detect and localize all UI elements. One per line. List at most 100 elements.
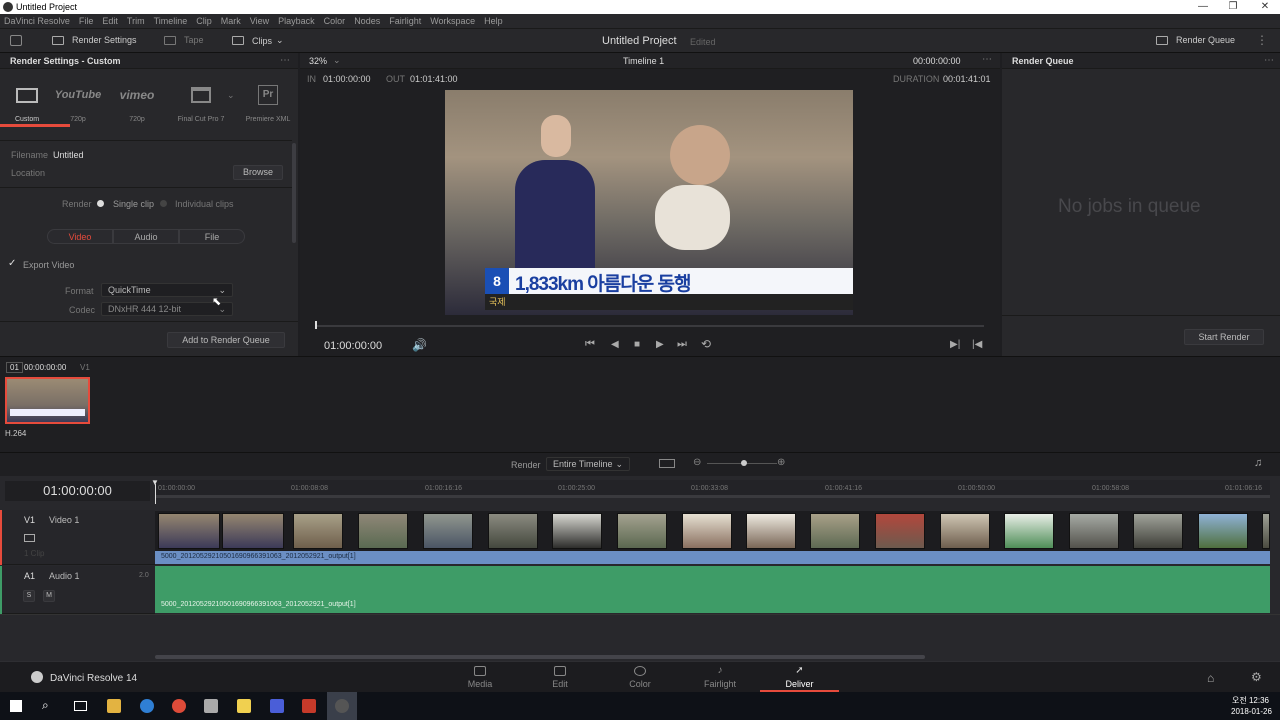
home-icon[interactable]: ⌂ (1207, 671, 1214, 685)
solo-button[interactable]: S (23, 590, 35, 602)
audio-mixer-icon[interactable]: ♫ (1254, 457, 1262, 469)
video-clip-thumbnail[interactable] (293, 513, 343, 549)
go-to-end-icon[interactable]: ⏭ (677, 338, 687, 351)
menu-edit[interactable]: Edit (102, 16, 118, 26)
menu-mark[interactable]: Mark (221, 16, 241, 26)
gear-icon[interactable]: ⚙ (1251, 670, 1262, 684)
clips-button[interactable]: Clips ⌄ (232, 35, 284, 46)
page-edit[interactable]: Edit (530, 666, 590, 689)
go-to-start-icon[interactable]: ⏮ (585, 338, 595, 351)
start-render-button[interactable]: Start Render (1184, 329, 1264, 345)
zoom-slider-handle[interactable] (741, 460, 747, 466)
task-view-icon[interactable] (74, 701, 87, 711)
zoom-out-icon[interactable]: ⊖ (693, 457, 701, 468)
video-clip-thumbnail[interactable] (358, 513, 408, 549)
menu-nodes[interactable]: Nodes (354, 16, 380, 26)
davinci-taskbar-icon[interactable] (335, 699, 349, 713)
render-scope-select[interactable]: Entire Timeline ⌄ (546, 457, 630, 471)
edge-browser-icon[interactable] (140, 699, 154, 713)
menu-clip[interactable]: Clip (196, 16, 212, 26)
timeline-view-icon[interactable] (659, 459, 675, 468)
video-clip-thumbnail[interactable] (552, 513, 602, 549)
video-clip-thumbnail[interactable] (222, 513, 284, 549)
single-clip-radio[interactable] (97, 200, 104, 207)
chrome-browser-icon[interactable] (172, 699, 186, 713)
video-clip-thumbnail[interactable] (682, 513, 732, 549)
preset-youtube[interactable]: YouTube 720p (55, 84, 101, 123)
timeline-scrollbar[interactable] (155, 655, 925, 659)
menu-workspace[interactable]: Workspace (430, 16, 475, 26)
export-video-checkbox[interactable]: ✓ (8, 258, 16, 269)
menu-file[interactable]: File (79, 16, 94, 26)
menu-view[interactable]: View (250, 16, 269, 26)
chevron-down-icon[interactable]: ⌄ (227, 90, 235, 101)
timeline-name[interactable]: Timeline 1 (623, 56, 664, 66)
tab-audio[interactable]: Audio (113, 229, 179, 244)
menu-trim[interactable]: Trim (127, 16, 145, 26)
scrubber-bar[interactable] (316, 325, 984, 327)
menu-fairlight[interactable]: Fairlight (389, 16, 421, 26)
stop-icon[interactable]: ■ (634, 339, 640, 350)
audio-clip[interactable]: 5000_20120529210501690966391063_20120529… (155, 566, 1270, 613)
zoom-in-icon[interactable]: ⊕ (777, 457, 785, 468)
windows-start-icon[interactable] (10, 700, 22, 712)
app-icon[interactable] (302, 699, 316, 713)
video-clip-thumbnail[interactable] (1262, 513, 1270, 549)
app-icon[interactable] (270, 699, 284, 713)
video-clip-thumbnail[interactable] (940, 513, 990, 549)
video-clip-thumbnail[interactable] (1004, 513, 1054, 549)
clip-thumbnail[interactable] (5, 377, 90, 424)
mark-out-icon[interactable]: |◀ (972, 339, 982, 350)
browse-button[interactable]: Browse (233, 165, 283, 180)
tab-video[interactable]: Video (47, 229, 113, 244)
preset-vimeo[interactable]: vimeo 720p (117, 84, 157, 123)
mark-in-icon[interactable]: ▶| (950, 339, 960, 350)
file-explorer-icon[interactable] (107, 699, 121, 713)
individual-clips-radio[interactable] (160, 200, 167, 207)
notes-icon[interactable] (237, 699, 251, 713)
store-icon[interactable] (204, 699, 218, 713)
loop-icon[interactable]: ⟲ (701, 337, 711, 351)
render-settings-button[interactable]: Render Settings (52, 35, 137, 45)
video-clip-bar[interactable]: 5000_20120529210501690966391063_20120529… (155, 551, 1270, 564)
video-clip-thumbnail[interactable] (1198, 513, 1248, 549)
zoom-select[interactable]: 32% (309, 56, 327, 66)
page-color[interactable]: Color (610, 666, 670, 689)
more-options-icon[interactable]: ⋯ (1264, 55, 1274, 66)
menu-playback[interactable]: Playback (278, 16, 315, 26)
panel-toggle-icon[interactable] (10, 35, 22, 46)
audio-track-name[interactable]: Audio 1 (49, 571, 80, 581)
render-queue-button[interactable]: Render Queue (1156, 35, 1235, 45)
video-clip-thumbnail[interactable] (1133, 513, 1183, 549)
menu-timeline[interactable]: Timeline (154, 16, 188, 26)
mute-button[interactable]: M (43, 590, 55, 602)
video-clip-thumbnail[interactable] (617, 513, 667, 549)
panel-scrollbar[interactable] (292, 143, 296, 243)
video-clip-thumbnail[interactable] (810, 513, 860, 549)
page-media[interactable]: Media (450, 666, 510, 689)
tab-file[interactable]: File (179, 229, 245, 244)
video-clip-thumbnail[interactable] (423, 513, 473, 549)
track-monitor-icon[interactable] (24, 534, 35, 542)
preset-premiere[interactable]: Pr Premiere XML (244, 84, 292, 123)
close-button[interactable]: ✕ (1250, 0, 1280, 14)
video-clip-thumbnail[interactable] (488, 513, 538, 549)
menu-color[interactable]: Color (324, 16, 346, 26)
search-icon[interactable]: ⌕ (42, 698, 49, 713)
preset-custom[interactable]: Custom (7, 84, 47, 123)
menu-help[interactable]: Help (484, 16, 503, 26)
add-to-render-queue-button[interactable]: Add to Render Queue (167, 332, 285, 348)
play-icon[interactable]: ▶ (656, 339, 664, 350)
preset-final-cut[interactable]: Final Cut Pro 7 (172, 84, 230, 123)
volume-icon[interactable]: 🔊 (412, 338, 427, 352)
more-options-icon[interactable]: ⋮ (1256, 33, 1268, 47)
minimize-button[interactable]: — (1188, 0, 1218, 14)
more-options-icon[interactable]: ⋯ (280, 55, 290, 66)
filename-field[interactable]: Untitled (53, 150, 84, 160)
page-deliver[interactable]: ➚ Deliver (760, 666, 839, 690)
more-options-icon[interactable]: ⋯ (982, 54, 992, 65)
video-clip-thumbnail[interactable] (746, 513, 796, 549)
maximize-button[interactable]: ❐ (1218, 0, 1248, 14)
video-clip-thumbnail[interactable] (158, 513, 220, 549)
scrubber-playhead[interactable] (315, 321, 317, 329)
